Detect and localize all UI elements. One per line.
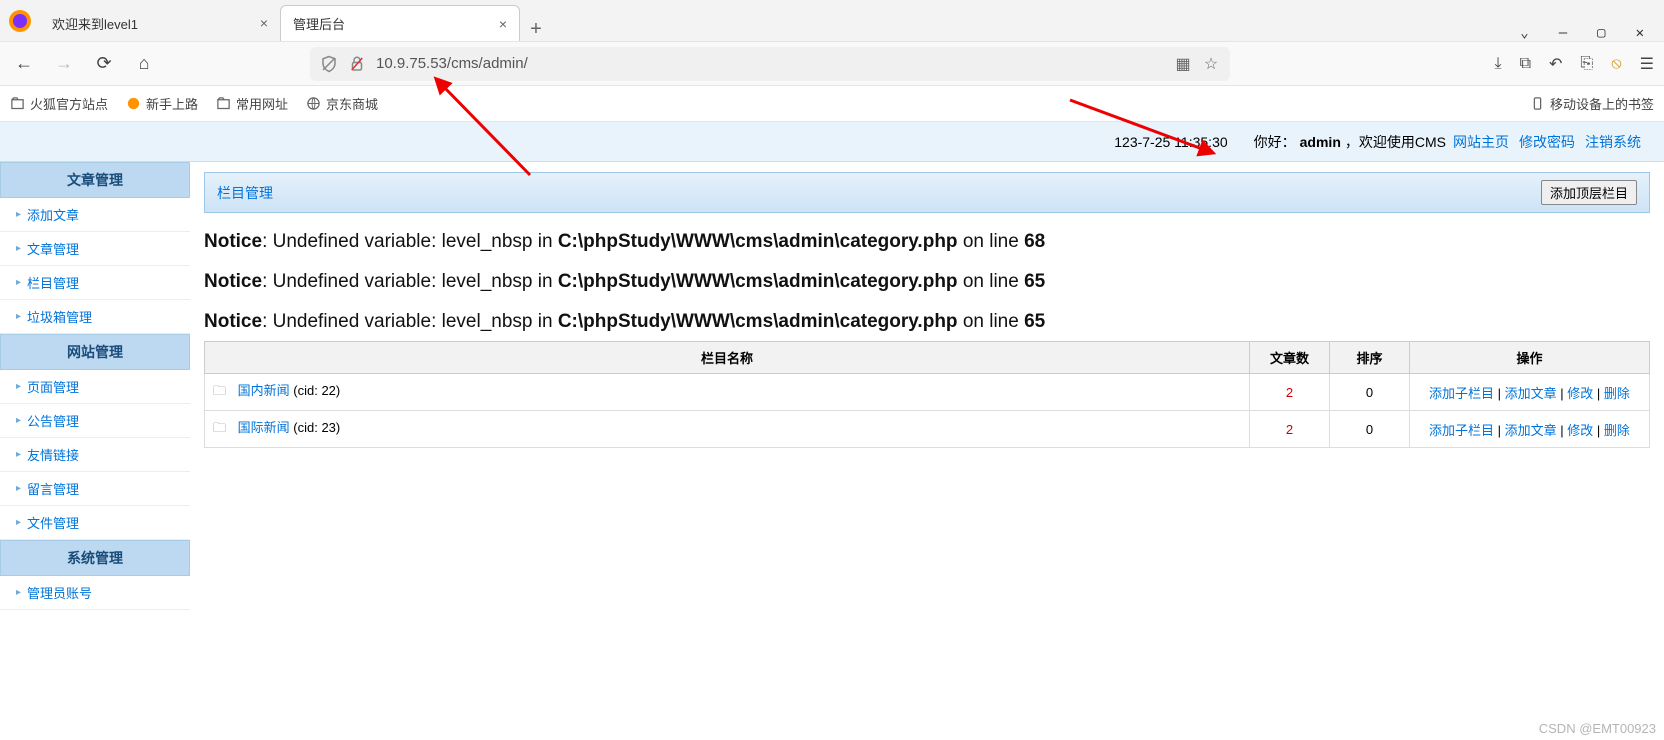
bookmark-item-3[interactable]: 京东商城 bbox=[306, 94, 378, 113]
menu-icon[interactable]: ☰ bbox=[1640, 54, 1654, 74]
admin-body: 文章管理添加文章文章管理栏目管理垃圾箱管理网站管理页面管理公告管理友情链接留言管… bbox=[0, 162, 1664, 610]
admin-header: 123-7-25 11:35:30 你好： admin ，欢迎使用CMS 网站主… bbox=[0, 122, 1664, 162]
order-value: 0 bbox=[1330, 374, 1410, 411]
sidebar-item-2-0[interactable]: 管理员账号 bbox=[0, 576, 190, 610]
close-window-icon[interactable]: ✕ bbox=[1636, 25, 1644, 41]
op-3[interactable]: 删除 bbox=[1604, 386, 1630, 401]
browser-titlebar: 欢迎来到level1 × 管理后台 × + ⌄ — ▢ ✕ bbox=[0, 0, 1664, 42]
col-header: 排序 bbox=[1330, 342, 1410, 374]
order-value: 0 bbox=[1330, 411, 1410, 448]
tab-admin[interactable]: 管理后台 × bbox=[280, 5, 520, 41]
undo-icon[interactable]: ↶ bbox=[1549, 54, 1562, 74]
downloads-icon[interactable]: ⤓ bbox=[1494, 55, 1501, 73]
sidebar-item-0-2[interactable]: 栏目管理 bbox=[0, 266, 190, 300]
close-icon[interactable]: × bbox=[260, 15, 268, 31]
sidebar-item-1-4[interactable]: 文件管理 bbox=[0, 506, 190, 540]
folder-icon: 🗀 bbox=[213, 420, 226, 435]
table-row: 🗀 国际新闻 (cid: 23) 20添加子栏目 | 添加文章 | 修改 | 删除 bbox=[205, 411, 1650, 448]
url-input[interactable] bbox=[376, 55, 1164, 72]
tab-title: 欢迎来到level1 bbox=[52, 14, 138, 33]
bookmark-item-2[interactable]: 常用网址 bbox=[216, 94, 288, 113]
sidebar: 文章管理添加文章文章管理栏目管理垃圾箱管理网站管理页面管理公告管理友情链接留言管… bbox=[0, 162, 190, 610]
col-header: 文章数 bbox=[1250, 342, 1330, 374]
panel-header: 栏目管理 添加顶层栏目 bbox=[204, 172, 1650, 213]
mobile-bookmarks[interactable]: 移动设备上的书签 bbox=[1530, 94, 1654, 113]
datetime: 123-7-25 11:35:30 bbox=[1114, 134, 1227, 150]
sidebar-section-head: 网站管理 bbox=[0, 334, 190, 370]
extension-icon[interactable]: ⎘ bbox=[1580, 55, 1593, 73]
sidebar-item-0-3[interactable]: 垃圾箱管理 bbox=[0, 300, 190, 334]
article-count: 2 bbox=[1250, 411, 1330, 448]
sidebar-section-head: 文章管理 bbox=[0, 162, 190, 198]
maximize-icon[interactable]: ▢ bbox=[1597, 25, 1605, 41]
browser-toolbar: ← → ⟳ ⌂ ▦ ☆ ⤓ ⧉ ↶ ⎘ ⦸ ☰ bbox=[0, 42, 1664, 86]
row-ops: 添加子栏目 | 添加文章 | 修改 | 删除 bbox=[1410, 411, 1650, 448]
sidebar-item-1-3[interactable]: 留言管理 bbox=[0, 472, 190, 506]
new-tab-button[interactable]: + bbox=[520, 18, 552, 41]
hello-prefix: 你好： bbox=[1254, 132, 1296, 152]
bookmark-item-1[interactable]: 新手上路 bbox=[126, 94, 198, 113]
tab-title: 管理后台 bbox=[293, 14, 345, 33]
window-controls: ⌄ — ▢ ✕ bbox=[1520, 25, 1664, 41]
article-count: 2 bbox=[1250, 374, 1330, 411]
sidebar-section-head: 系统管理 bbox=[0, 540, 190, 576]
row-ops: 添加子栏目 | 添加文章 | 修改 | 删除 bbox=[1410, 374, 1650, 411]
op-0[interactable]: 添加子栏目 bbox=[1429, 386, 1494, 401]
firefox-logo-icon bbox=[0, 1, 40, 41]
content: 栏目管理 添加顶层栏目 Notice: Undefined variable: … bbox=[190, 162, 1664, 610]
category-table: 栏目名称文章数排序操作 🗀 国内新闻 (cid: 22) 20添加子栏目 | 添加… bbox=[204, 341, 1650, 448]
link-logout[interactable]: 注销系统 bbox=[1585, 132, 1641, 152]
minimize-icon[interactable]: — bbox=[1559, 25, 1567, 41]
category-cid: (cid: 23) bbox=[293, 420, 340, 435]
col-header: 操作 bbox=[1410, 342, 1650, 374]
watermark: CSDN @EMT00923 bbox=[1539, 721, 1656, 736]
sidebar-item-1-0[interactable]: 页面管理 bbox=[0, 370, 190, 404]
forward-button[interactable]: → bbox=[50, 50, 78, 78]
qr-icon[interactable]: ▦ bbox=[1174, 55, 1192, 73]
back-button[interactable]: ← bbox=[10, 50, 38, 78]
category-link[interactable]: 国内新闻 bbox=[238, 383, 290, 398]
sidebar-item-1-2[interactable]: 友情链接 bbox=[0, 438, 190, 472]
op-1[interactable]: 添加文章 bbox=[1505, 423, 1557, 438]
insecure-lock-icon[interactable] bbox=[348, 55, 366, 73]
noscript-icon[interactable]: ⦸ bbox=[1611, 55, 1621, 73]
panel-title: 栏目管理 bbox=[217, 183, 273, 203]
op-2[interactable]: 修改 bbox=[1567, 423, 1593, 438]
category-link[interactable]: 国际新闻 bbox=[238, 420, 290, 435]
col-header: 栏目名称 bbox=[205, 342, 1250, 374]
home-button[interactable]: ⌂ bbox=[130, 50, 158, 78]
sidebar-item-1-1[interactable]: 公告管理 bbox=[0, 404, 190, 438]
op-3[interactable]: 删除 bbox=[1604, 423, 1630, 438]
address-bar[interactable]: ▦ ☆ bbox=[310, 47, 1230, 81]
folder-icon: 🗀 bbox=[213, 383, 226, 398]
bookmarks-bar: 火狐官方站点 新手上路 常用网址 京东商城 移动设备上的书签 bbox=[0, 86, 1664, 122]
op-1[interactable]: 添加文章 bbox=[1505, 386, 1557, 401]
shield-off-icon[interactable] bbox=[320, 55, 338, 73]
welcome-suffix: ，欢迎使用CMS bbox=[1345, 132, 1446, 152]
link-home[interactable]: 网站主页 bbox=[1453, 132, 1509, 152]
op-2[interactable]: 修改 bbox=[1567, 386, 1593, 401]
sidebar-item-0-1[interactable]: 文章管理 bbox=[0, 232, 190, 266]
sidebar-item-0-0[interactable]: 添加文章 bbox=[0, 198, 190, 232]
chevron-down-icon[interactable]: ⌄ bbox=[1520, 25, 1528, 41]
crop-icon[interactable]: ⧉ bbox=[1520, 55, 1531, 73]
php-notice-0: Notice: Undefined variable: level_nbsp i… bbox=[204, 231, 1650, 253]
add-top-category-button[interactable]: 添加顶层栏目 bbox=[1541, 180, 1637, 205]
link-pwd[interactable]: 修改密码 bbox=[1519, 132, 1575, 152]
reload-button[interactable]: ⟳ bbox=[90, 50, 118, 78]
bookmark-item-0[interactable]: 火狐官方站点 bbox=[10, 94, 108, 113]
table-row: 🗀 国内新闻 (cid: 22) 20添加子栏目 | 添加文章 | 修改 | 删除 bbox=[205, 374, 1650, 411]
php-notice-2: Notice: Undefined variable: level_nbsp i… bbox=[204, 311, 1650, 333]
close-icon[interactable]: × bbox=[499, 16, 507, 32]
current-user: admin bbox=[1300, 134, 1341, 150]
op-0[interactable]: 添加子栏目 bbox=[1429, 423, 1494, 438]
tab-level1[interactable]: 欢迎来到level1 × bbox=[40, 5, 280, 41]
php-notice-1: Notice: Undefined variable: level_nbsp i… bbox=[204, 271, 1650, 293]
category-cid: (cid: 22) bbox=[293, 383, 340, 398]
bookmark-star-icon[interactable]: ☆ bbox=[1202, 55, 1220, 73]
